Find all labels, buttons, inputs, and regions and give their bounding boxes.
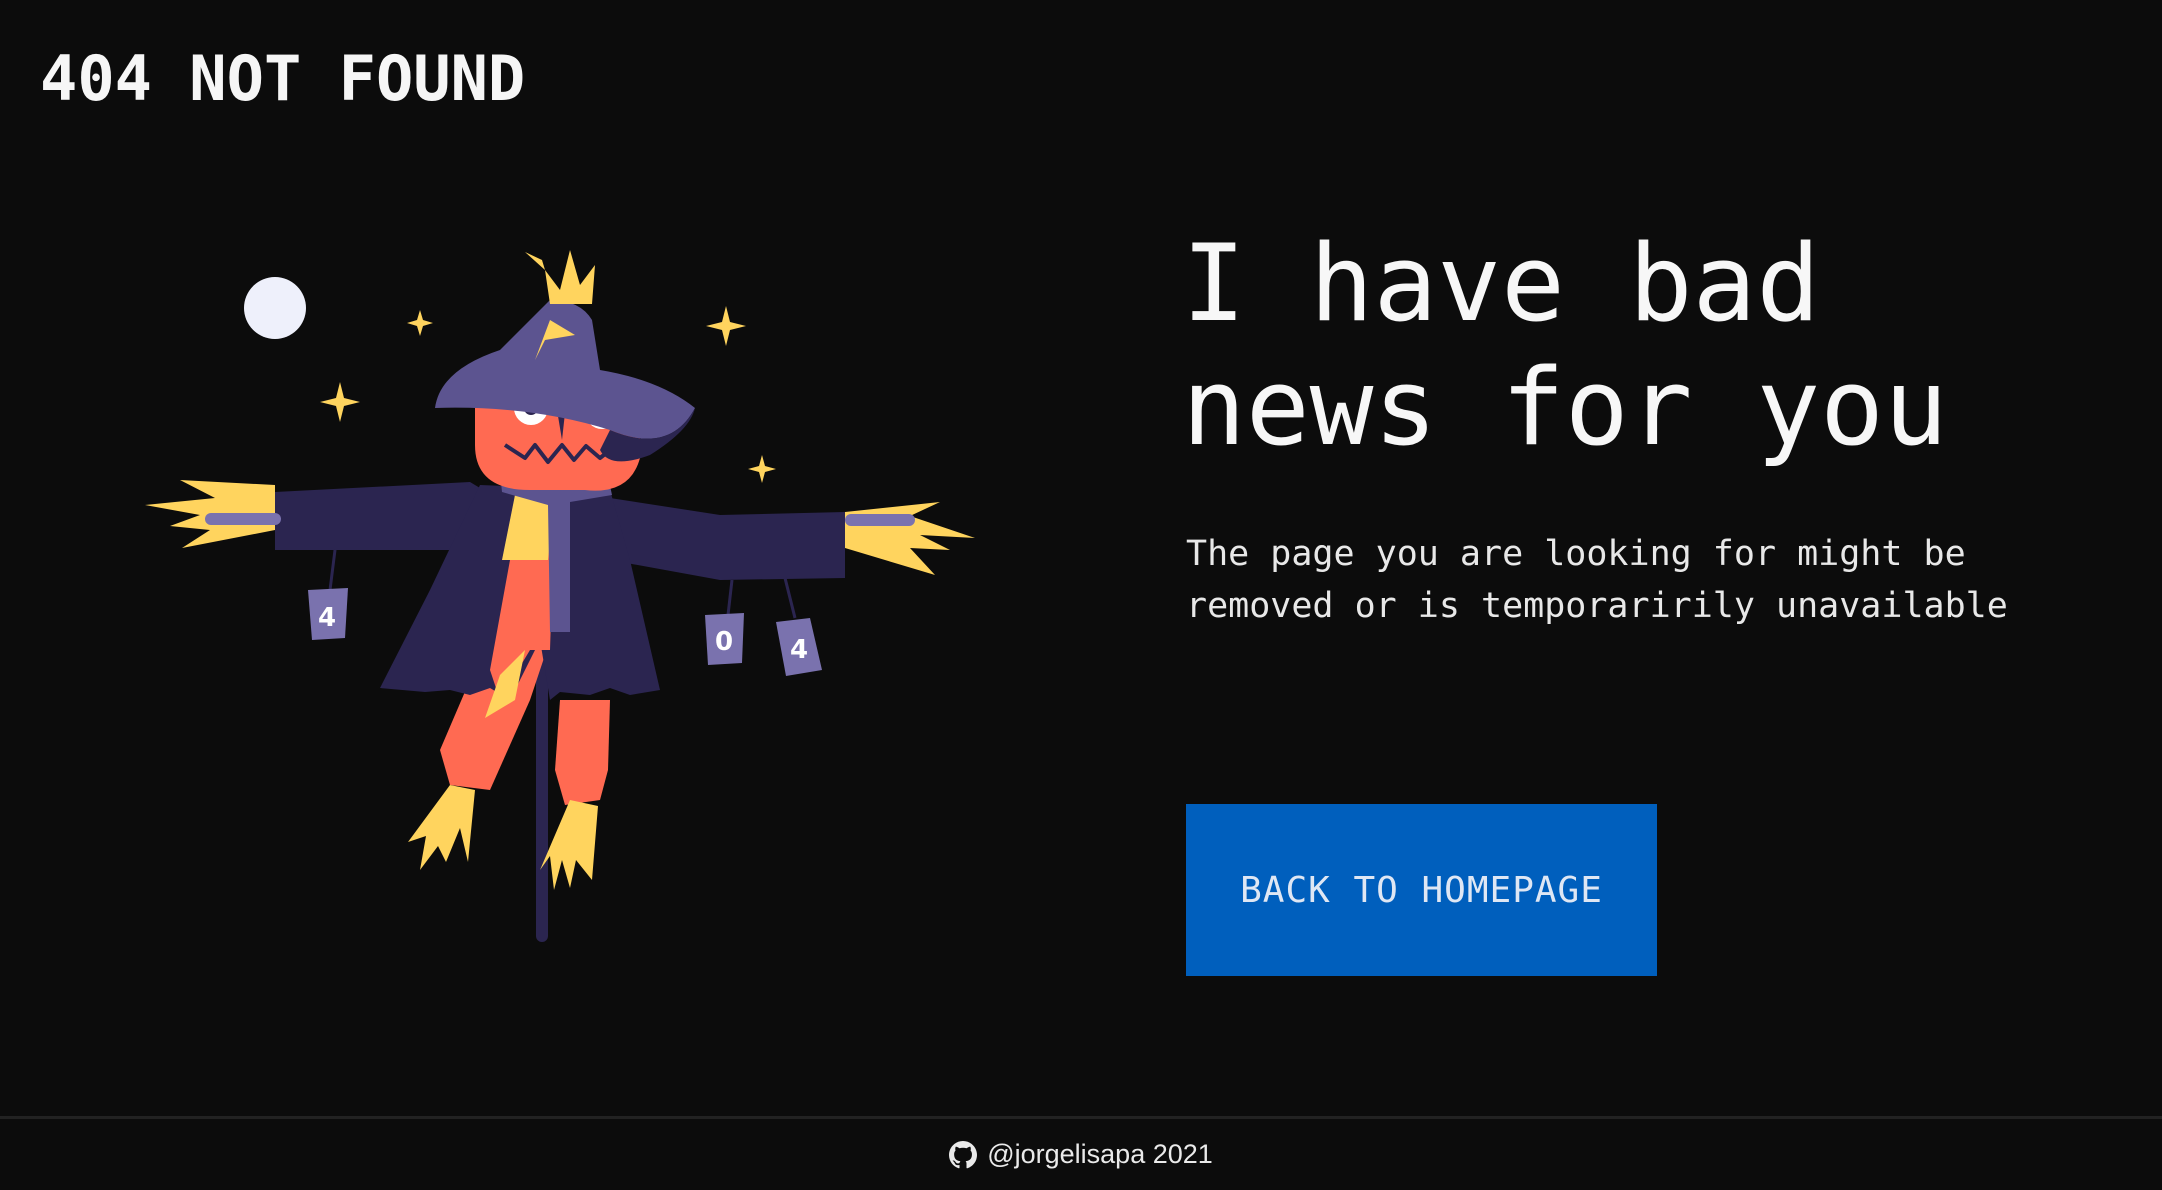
page-description: The page you are looking for might be re… xyxy=(1186,534,2008,626)
scarecrow-pole xyxy=(536,650,548,942)
can-label-3: 4 xyxy=(790,635,808,665)
footer-credit-link[interactable]: @jorgelisapa 2021 xyxy=(987,1139,1213,1170)
moon-icon xyxy=(244,277,306,339)
hanging-can-3: 4 xyxy=(776,577,822,676)
headline-line-2: news for you xyxy=(1182,346,1948,469)
scarecrow-right-arm xyxy=(610,498,845,580)
can-label-1: 4 xyxy=(318,603,336,633)
scarecrow-hat xyxy=(435,300,695,439)
page-footer: @jorgelisapa 2021 xyxy=(0,1116,2162,1190)
straw-right-hand xyxy=(845,502,975,575)
straw-hat-top xyxy=(545,250,595,304)
hanging-can-1: 4 xyxy=(308,549,348,640)
can-label-2: 0 xyxy=(715,627,733,657)
github-icon[interactable] xyxy=(949,1140,978,1169)
scarecrow-illustration: 4 0 4 xyxy=(145,250,975,942)
hanging-can-2: 0 xyxy=(705,579,744,665)
not-found-page: 404 NOT FOUND 4 0 4 I have bad news for … xyxy=(0,0,2162,1190)
site-brand[interactable]: 404 NOT FOUND xyxy=(40,42,525,115)
scarecrow-right-leg xyxy=(555,700,610,805)
back-to-homepage-button[interactable]: BACK TO HOMEPAGE xyxy=(1186,804,1657,976)
headline-line-1: I have bad xyxy=(1182,222,1821,345)
page-headline: I have bad news for you xyxy=(1182,222,2082,470)
